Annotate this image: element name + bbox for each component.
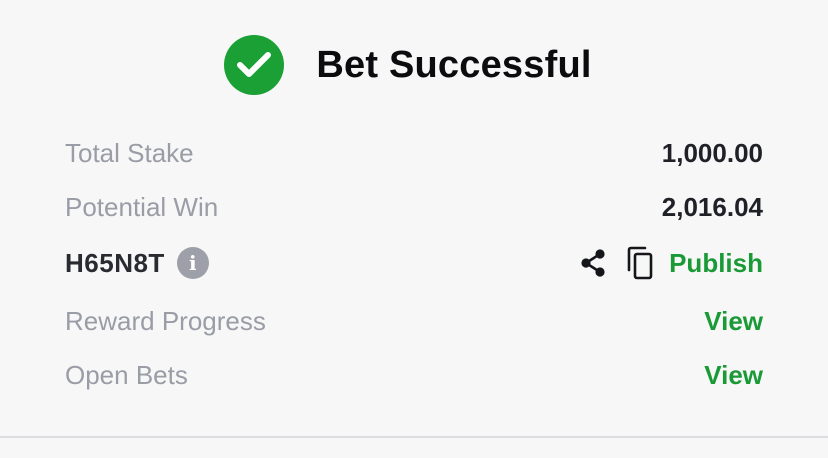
reward-progress-view-link[interactable]: View — [704, 306, 763, 337]
copy-icon[interactable] — [625, 246, 655, 280]
potential-win-label: Potential Win — [65, 191, 219, 222]
total-stake-value: 1,000.00 — [661, 137, 763, 168]
total-stake-label: Total Stake — [65, 137, 194, 168]
check-circle-icon — [224, 35, 285, 95]
publish-button[interactable]: Publish — [669, 248, 763, 279]
page-title: Bet Successful — [316, 43, 592, 86]
reward-progress-row: Reward Progress View — [65, 301, 763, 341]
booking-code-group: H65N8T i — [65, 247, 209, 279]
open-bets-view-link[interactable]: View — [704, 360, 763, 391]
booking-code: H65N8T — [65, 247, 165, 278]
reward-progress-label: Reward Progress — [65, 305, 266, 336]
open-bets-row: Open Bets View — [65, 355, 763, 395]
potential-win-value: 2,016.04 — [661, 191, 763, 222]
potential-win-row: Potential Win 2,016.04 — [65, 187, 763, 227]
total-stake-row: Total Stake 1,000.00 — [65, 133, 763, 173]
info-icon[interactable]: i — [176, 247, 209, 279]
success-header: Bet Successful — [0, 34, 828, 96]
booking-code-row: H65N8T i Publish — [65, 243, 763, 283]
bet-success-panel: Bet Successful Total Stake 1,000.00 Pote… — [0, 0, 828, 458]
share-icon[interactable] — [577, 247, 609, 279]
open-bets-label: Open Bets — [65, 359, 188, 390]
booking-actions: Publish — [577, 246, 763, 280]
bottom-divider — [0, 436, 828, 438]
